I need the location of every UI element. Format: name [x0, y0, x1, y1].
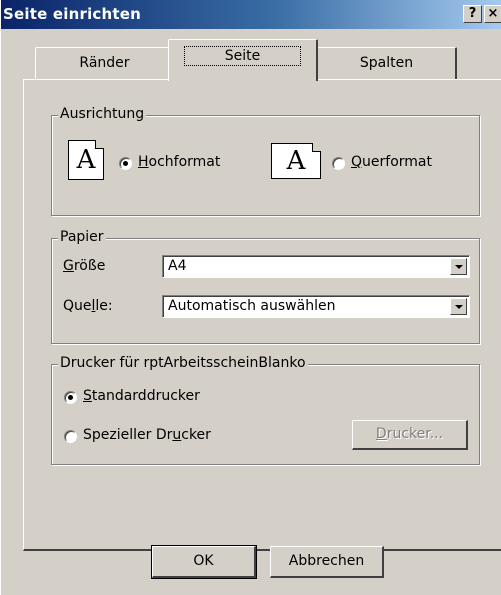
label-hochformat-accel: H	[138, 154, 149, 170]
label-groesse-accel: G	[63, 258, 74, 274]
tab-seite[interactable]: Seite	[168, 39, 318, 81]
landscape-page-icon: A	[271, 143, 321, 179]
label-spezieller-pre: Spezieller Dr	[83, 427, 173, 443]
window-title: Seite einrichten	[3, 5, 142, 23]
cancel-button[interactable]: Abbrechen	[270, 546, 384, 578]
tab-spalten[interactable]: Spalten	[317, 47, 457, 80]
drucker-button-accel: D	[375, 426, 387, 442]
tab-raender[interactable]: Ränder	[35, 47, 175, 80]
label-querformat[interactable]: Querformat	[351, 154, 432, 170]
label-standarddrucker-accel: S	[83, 388, 92, 404]
radio-hochformat[interactable]	[119, 157, 132, 170]
group-papier: Papier	[51, 229, 480, 344]
title-bar[interactable]: Seite einrichten ? ×	[1, 0, 501, 29]
label-spezieller-drucker[interactable]: Spezieller Drucker	[83, 427, 211, 443]
paper-size-select[interactable]: A4	[162, 255, 470, 278]
group-papier-title: Papier	[58, 229, 106, 245]
help-button[interactable]: ?	[463, 5, 482, 23]
group-drucker-title: Drucker für rptArbeitsscheinBlanko	[58, 355, 308, 371]
label-spezieller-accel: u	[172, 427, 182, 443]
paper-source-value: Automatisch auswählen	[168, 298, 336, 314]
portrait-page-glyph: A	[76, 145, 96, 175]
label-hochformat[interactable]: Hochformat	[138, 154, 220, 170]
drucker-button-rest: rucker...	[386, 426, 444, 442]
tab-raender-label: Ränder	[79, 55, 130, 71]
landscape-page-glyph: A	[286, 146, 306, 176]
label-querformat-rest: uerformat	[362, 154, 432, 170]
paper-source-dropdown-arrow-icon[interactable]	[450, 298, 467, 315]
label-hochformat-rest: ochformat	[148, 154, 221, 170]
tab-seite-label: Seite	[183, 46, 302, 66]
label-quelle: Quelle:	[63, 298, 113, 314]
radio-spezieller-drucker[interactable]	[64, 430, 77, 443]
drucker-button[interactable]: Drucker...	[352, 420, 468, 450]
paper-size-dropdown-arrow-icon[interactable]	[450, 258, 467, 275]
label-querformat-accel: Q	[351, 154, 363, 170]
portrait-page-icon: A	[68, 140, 104, 180]
label-quelle-pre: Que	[63, 298, 92, 314]
close-button[interactable]: ×	[484, 5, 501, 23]
label-groesse-rest: röße	[73, 258, 106, 274]
radio-querformat[interactable]	[332, 157, 345, 170]
ok-button[interactable]: OK	[151, 545, 257, 579]
label-groesse: Größe	[63, 258, 105, 274]
group-ausrichtung-title: Ausrichtung	[58, 106, 147, 122]
label-quelle-rest: le:	[95, 298, 113, 314]
page-setup-dialog: Seite einrichten ? × Ränder Spalten Seit…	[0, 0, 501, 595]
radio-standarddrucker[interactable]	[64, 391, 77, 404]
paper-source-select[interactable]: Automatisch auswählen	[162, 295, 470, 318]
tab-spalten-label: Spalten	[359, 55, 414, 71]
label-standarddrucker[interactable]: Standarddrucker	[83, 388, 200, 404]
label-spezieller-rest: cker	[181, 427, 211, 443]
paper-size-value: A4	[168, 258, 187, 274]
label-standarddrucker-rest: tandarddrucker	[91, 388, 200, 404]
